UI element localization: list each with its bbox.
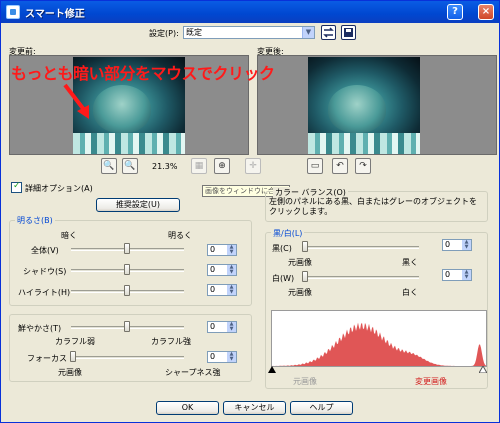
overall-input[interactable]: 0 ▲ ▼ bbox=[207, 244, 237, 256]
preset-value: 既定 bbox=[186, 28, 202, 37]
actual-size-button[interactable]: ▦ bbox=[191, 158, 207, 174]
close-button[interactable]: × bbox=[478, 4, 494, 20]
preset-label: 設定(P): bbox=[149, 29, 179, 38]
detail-options-label: 詳細オプション(A) bbox=[25, 184, 93, 193]
overall-slider-thumb[interactable] bbox=[124, 243, 130, 254]
cancel-button[interactable]: キャンセル bbox=[223, 401, 286, 415]
black-input[interactable]: 0 ▲ ▼ bbox=[442, 239, 472, 251]
brightness-title: 明るさ(B) bbox=[15, 215, 55, 226]
zoom-value: 21.3% bbox=[152, 162, 178, 171]
save-preset-button[interactable] bbox=[321, 25, 336, 40]
white-input[interactable]: 0 ▲ ▼ bbox=[442, 269, 472, 281]
disk-icon bbox=[344, 28, 353, 37]
layout-button[interactable]: ▭ bbox=[307, 158, 323, 174]
saturation-slider-thumb[interactable] bbox=[124, 321, 130, 332]
histogram-graph bbox=[272, 322, 486, 366]
black-slider[interactable] bbox=[303, 246, 419, 249]
white-slider[interactable] bbox=[303, 276, 419, 279]
swap-arrows-icon bbox=[323, 27, 334, 38]
white-label: 白(W) bbox=[272, 274, 295, 283]
shadow-label: シャドウ(S) bbox=[23, 267, 67, 276]
focus-min-label: 元画像 bbox=[58, 368, 82, 377]
brightness-bright-label: 明るく bbox=[168, 231, 192, 240]
histogram-right-label: 変更画像 bbox=[415, 377, 447, 386]
overall-label: 全体(V) bbox=[31, 246, 59, 255]
focus-label: フォーカス bbox=[27, 354, 67, 363]
annotation-arrow-icon bbox=[63, 83, 89, 119]
focus-slider[interactable] bbox=[71, 356, 184, 359]
focus-input[interactable]: 0 ▲ ▼ bbox=[207, 351, 237, 363]
histogram-area bbox=[272, 322, 486, 366]
detail-options-checkbox[interactable] bbox=[11, 181, 22, 193]
highlight-input[interactable]: 0 ▲ ▼ bbox=[207, 284, 237, 296]
shadow-slider-thumb[interactable] bbox=[124, 264, 130, 275]
black-min-label: 元画像 bbox=[288, 258, 312, 267]
saturation-label: 鮮やかさ(T) bbox=[18, 324, 62, 333]
white-point-marker-icon[interactable] bbox=[479, 366, 487, 373]
instruction-annotation: もっとも暗い部分をマウスでクリック bbox=[11, 64, 275, 83]
window-title: スマート修正 bbox=[25, 9, 85, 20]
shadow-input[interactable]: 0 ▲ ▼ bbox=[207, 264, 237, 276]
chevron-down-icon[interactable]: ▼ bbox=[302, 27, 314, 38]
black-label: 黒(C) bbox=[272, 244, 292, 253]
pan-button[interactable]: ✛ bbox=[245, 158, 261, 174]
help-title-button[interactable]: ? bbox=[447, 4, 463, 20]
fit-window-button[interactable]: ⊕ bbox=[214, 158, 230, 174]
focus-slider-thumb[interactable] bbox=[70, 351, 76, 362]
black-max-label: 黒く bbox=[402, 258, 418, 267]
white-min-label: 元画像 bbox=[288, 288, 312, 297]
highlight-slider-thumb[interactable] bbox=[124, 285, 130, 296]
help-button[interactable]: ヘルプ bbox=[290, 401, 353, 415]
ok-button[interactable]: OK bbox=[156, 401, 219, 415]
white-max-label: 白く bbox=[402, 288, 418, 297]
saturation-min-label: カラフル弱 bbox=[55, 337, 95, 346]
black-slider-thumb[interactable] bbox=[302, 241, 308, 252]
rotate-right-button[interactable]: ↷ bbox=[355, 158, 371, 174]
white-slider-thumb[interactable] bbox=[302, 271, 308, 282]
histogram bbox=[271, 310, 487, 367]
smart-fix-dialog: スマート修正 ? × 設定(P): 既定 ▼ 変更前: 変更後: もっとも暗い部… bbox=[0, 0, 500, 423]
black-white-title: 黒/白(L) bbox=[271, 228, 305, 239]
color-balance-description: 左側のパネルにある黒、白またはグレーのオブジェクトをクリックします。 bbox=[269, 197, 477, 216]
focus-max-label: シャープネス強 bbox=[165, 368, 221, 377]
zoom-out-button[interactable]: 🔍 bbox=[122, 158, 138, 174]
preset-select[interactable]: 既定 ▼ bbox=[183, 26, 315, 39]
brightness-dark-label: 暗く bbox=[61, 231, 77, 240]
zoom-in-button[interactable]: 🔍 bbox=[101, 158, 117, 174]
saturation-max-label: カラフル強 bbox=[151, 337, 191, 346]
app-icon bbox=[6, 5, 20, 19]
black-point-marker-icon[interactable] bbox=[268, 366, 276, 373]
highlight-label: ハイライト(H) bbox=[18, 288, 71, 297]
delete-preset-button[interactable] bbox=[341, 25, 356, 40]
suggest-settings-button[interactable]: 推奨設定(U) bbox=[96, 198, 180, 212]
title-bar: スマート修正 ? × bbox=[1, 1, 499, 23]
after-photo bbox=[308, 57, 420, 154]
after-preview bbox=[257, 55, 497, 155]
histogram-left-label: 元画像 bbox=[293, 377, 317, 386]
rotate-left-button[interactable]: ↶ bbox=[332, 158, 348, 174]
saturation-input[interactable]: 0 ▲ ▼ bbox=[207, 321, 237, 333]
